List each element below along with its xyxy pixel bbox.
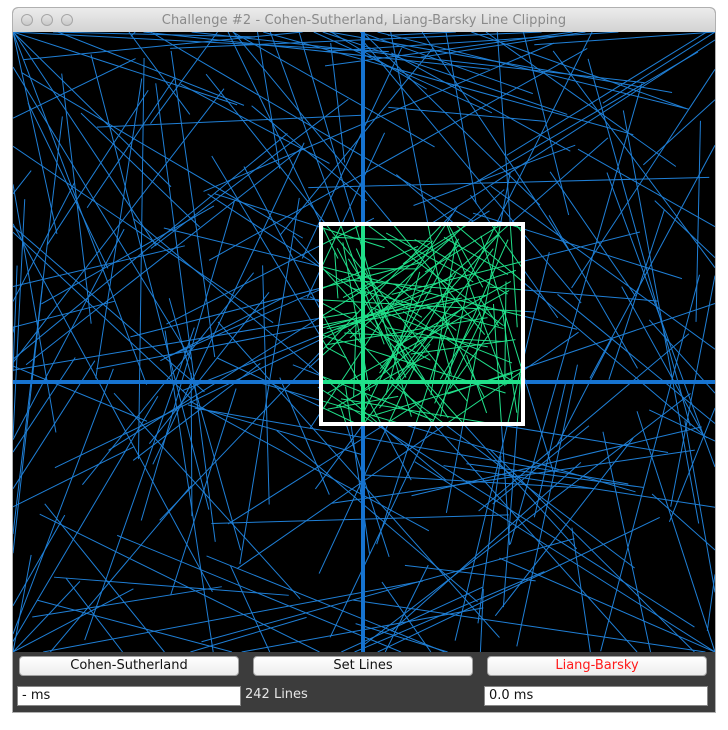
scene-line — [80, 112, 200, 228]
scene-line — [13, 365, 148, 422]
scene-line — [695, 120, 701, 322]
scene-line — [13, 360, 96, 489]
scene-line — [150, 98, 349, 249]
scene-line — [516, 364, 578, 647]
scene-line — [602, 431, 652, 652]
scene-line — [13, 581, 81, 652]
control-panel: Cohen-Sutherland Set Lines Liang-Barsky … — [13, 652, 715, 712]
scene-line — [391, 462, 582, 632]
scene-line — [13, 446, 135, 508]
scene-line — [643, 99, 715, 166]
scene-line — [36, 599, 233, 652]
app-window: Challenge #2 - Cohen-Sutherland, Liang-B… — [13, 8, 715, 712]
scene-line — [533, 381, 567, 518]
line-count-label: 242 Lines — [245, 687, 308, 702]
scene-line — [13, 32, 58, 235]
liang-barsky-button[interactable]: Liang-Barsky — [487, 656, 707, 676]
scene-line — [602, 32, 715, 104]
scene-line — [86, 76, 176, 209]
scene-line — [13, 514, 66, 606]
scene-line — [13, 32, 172, 188]
scene-line — [377, 517, 660, 652]
scene-line — [13, 265, 18, 372]
scene-line — [39, 513, 320, 652]
scene-line — [13, 170, 32, 195]
scene-line — [46, 89, 149, 246]
scene-line — [137, 57, 145, 460]
scene-line — [13, 228, 125, 440]
scene-line — [13, 133, 288, 360]
scene-line — [13, 357, 76, 453]
liang-time-field[interactable]: 0.0 ms — [484, 686, 708, 706]
scene-line — [13, 300, 115, 328]
scene-line — [13, 395, 159, 642]
scene-line — [388, 106, 546, 122]
scene-line — [23, 32, 303, 61]
set-lines-button[interactable]: Set Lines — [253, 656, 473, 676]
scene-line — [49, 485, 192, 652]
scene-line — [413, 144, 576, 206]
cohen-sutherland-button[interactable]: Cohen-Sutherland — [19, 656, 239, 676]
scene-line — [279, 47, 434, 236]
line-scene — [13, 32, 715, 652]
scene-line — [587, 58, 691, 426]
scene-line — [170, 50, 216, 358]
scene-line — [13, 32, 148, 385]
scene-line — [670, 275, 715, 507]
title-bar: Challenge #2 - Cohen-Sutherland, Liang-B… — [13, 8, 715, 33]
scene-line — [352, 599, 706, 652]
scene-line — [313, 32, 493, 114]
scene-line — [96, 114, 362, 128]
scene-line — [421, 32, 571, 253]
scene-line — [330, 42, 346, 163]
scene-line — [577, 148, 715, 228]
scene-line — [411, 426, 702, 497]
drawing-canvas[interactable] — [13, 32, 715, 652]
scene-line — [391, 52, 571, 152]
scene-line — [170, 32, 542, 49]
window-title: Challenge #2 - Cohen-Sutherland, Liang-B… — [161, 13, 567, 28]
scene-line — [322, 32, 568, 115]
scene-line — [140, 201, 235, 521]
scene-line — [132, 363, 261, 461]
scene-line — [190, 616, 307, 652]
scene-line — [381, 581, 432, 652]
scene-line — [13, 225, 205, 393]
scene-line — [13, 32, 238, 106]
scene-line — [211, 514, 509, 524]
scene-line — [25, 148, 302, 366]
scene-line — [522, 32, 570, 216]
scene-line — [622, 110, 700, 524]
cohen-time-field[interactable]: - ms — [17, 686, 241, 706]
